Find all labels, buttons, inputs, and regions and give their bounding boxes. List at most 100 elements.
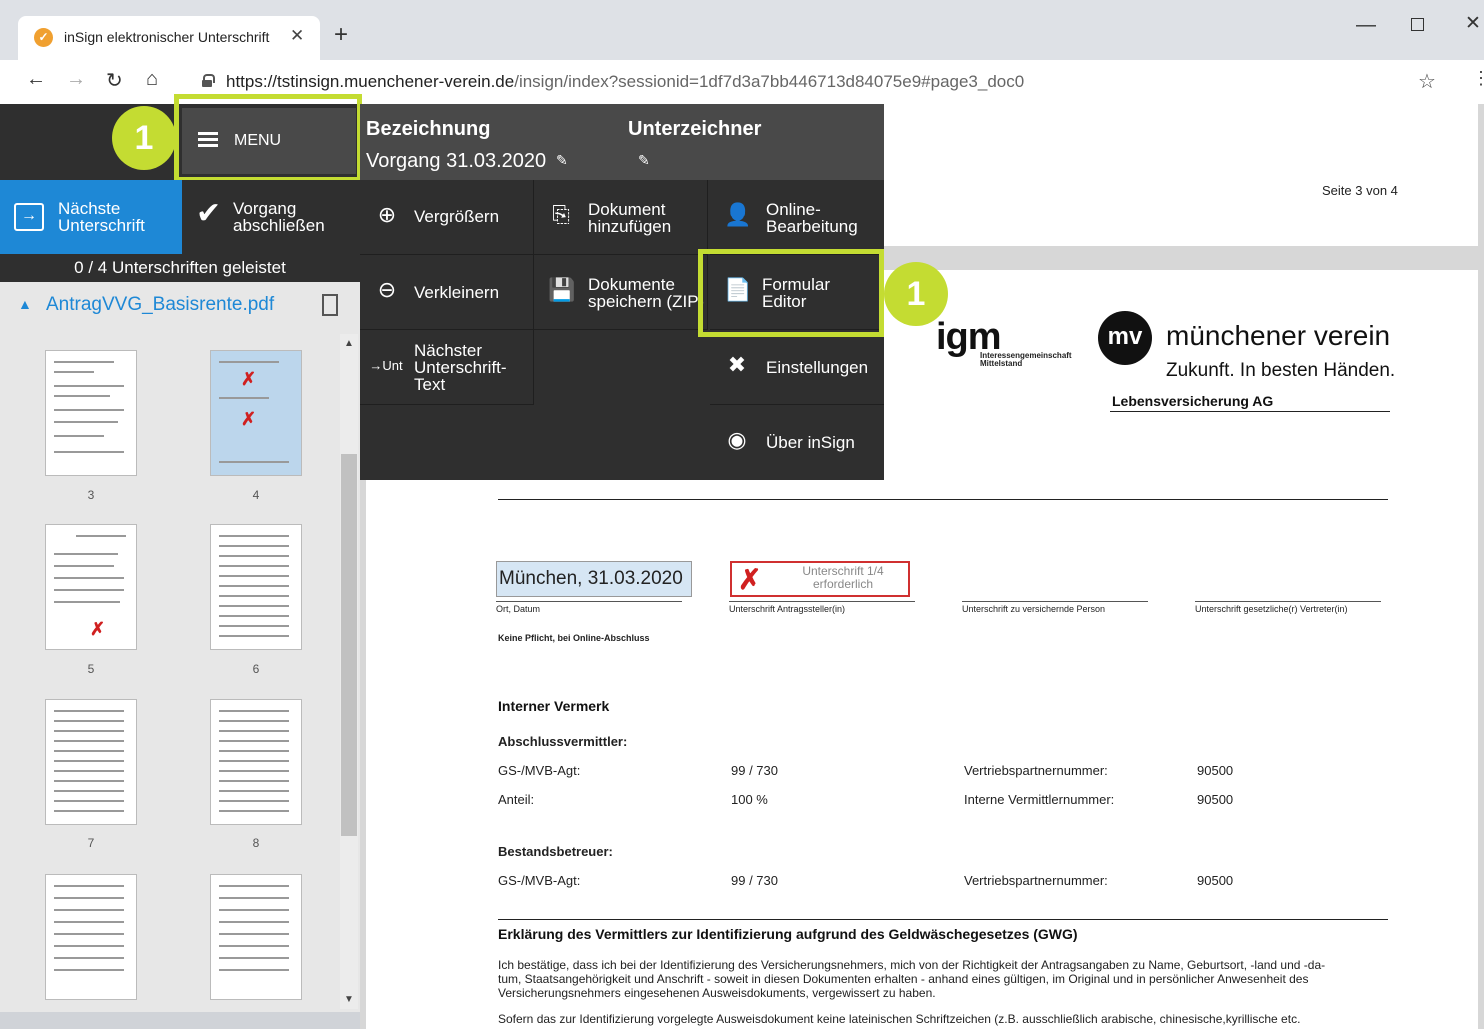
unterzeichner-title: Unterzeichner: [628, 118, 762, 140]
abschlussvermittler-heading: Abschlussvermittler:: [498, 734, 628, 749]
next-signature-button[interactable]: → Nächste Unterschrift: [0, 180, 182, 254]
collapse-arrow-icon[interactable]: ▲: [18, 296, 32, 312]
online-edit-icon: 👤: [724, 202, 752, 227]
scroll-thumb[interactable]: [341, 454, 357, 836]
form-editor-highlight: [698, 249, 884, 337]
next-signature-text-icon: →Unt: [369, 358, 403, 373]
address-bar[interactable]: https://tstinsign.muenchener-verein.de/i…: [186, 66, 1456, 98]
sidebar: 0 / 4 Unterschriften geleistet ▲ AntragV…: [0, 254, 360, 1029]
bookmark-star-icon[interactable]: ☆: [1418, 69, 1436, 94]
menu-item-save-zip[interactable]: 💾 Dokumente speichern (ZIP): [534, 255, 708, 330]
thumbnail-page-number: 7: [87, 836, 95, 850]
add-document-icon: ⎘: [552, 202, 570, 227]
signature-marker-icon: ✗: [241, 409, 257, 429]
page-thumbnail[interactable]: [45, 350, 137, 476]
gs-value: 99 / 730: [731, 763, 778, 778]
anteil-label: Anteil:: [498, 792, 535, 807]
iv-value: 90500: [1197, 792, 1234, 807]
finish-process-button[interactable]: ✔ Vorgang abschließen: [182, 180, 360, 254]
divider: [498, 919, 1388, 920]
anteil-value: 100 %: [731, 792, 768, 807]
menu-item-about[interactable]: ◉ Über inSign: [710, 405, 884, 480]
page-thumbnail[interactable]: [210, 699, 302, 825]
browser-tab[interactable]: ✓ inSign elektronischer Unterschrift ✕: [18, 16, 320, 60]
page-thumbnail[interactable]: [45, 874, 137, 1000]
menu-item-online-edit[interactable]: 👤 Online- Bearbeitung: [710, 180, 884, 255]
minimize-icon[interactable]: —: [1356, 14, 1376, 37]
page-thumbnail-selected[interactable]: ✗ ✗: [210, 350, 302, 476]
new-tab-icon[interactable]: +: [334, 22, 348, 48]
page-thumbnail[interactable]: [210, 524, 302, 650]
edit-signer-icon[interactable]: ✎: [638, 152, 650, 169]
menu-item-add-document[interactable]: ⎘ Dokument hinzufügen: [534, 180, 708, 255]
edit-name-icon[interactable]: ✎: [556, 152, 568, 169]
close-tab-icon[interactable]: ✕: [290, 26, 304, 46]
divider: [1110, 411, 1390, 412]
company-name: münchener verein: [1166, 320, 1391, 351]
label-vertreter: Unterschrift gesetzliche(r) Vertreter(in…: [1195, 604, 1348, 614]
sidebar-footer: [0, 1012, 360, 1029]
thumbnail-page-number: 4: [252, 488, 260, 502]
reload-icon[interactable]: ↻: [106, 68, 123, 93]
url-text: https://tstinsign.muenchener-verein.de/i…: [226, 72, 1025, 91]
gs-label: GS-/MVB-Agt:: [498, 763, 581, 778]
signature-line: [962, 601, 1148, 602]
file-row[interactable]: ▲ AntragVVG_Basisrente.pdf: [0, 282, 360, 334]
tab-title: inSign elektronischer Unterschrift: [64, 29, 270, 45]
menu-item-settings[interactable]: ✖ Einstellungen: [710, 330, 884, 405]
settings-icon: ✖: [727, 352, 747, 377]
vp-value-2: 90500: [1197, 873, 1234, 888]
scroll-up-icon[interactable]: ▲: [344, 338, 354, 349]
menu-item-next-signature-text[interactable]: →Unt Nächster Unterschrift- Text: [360, 330, 534, 405]
bestandsbetreuer-heading: Bestandsbetreuer:: [498, 844, 613, 859]
vp-value: 90500: [1197, 763, 1234, 778]
signature-line: [729, 601, 915, 602]
gs-label-2: GS-/MVB-Agt:: [498, 873, 581, 888]
document-icon[interactable]: [322, 294, 338, 316]
window-close-icon[interactable]: ✕: [1465, 12, 1481, 35]
scroll-down-icon[interactable]: ▼: [344, 994, 354, 1005]
home-icon[interactable]: ⌂: [146, 68, 158, 91]
signature-line: [1195, 601, 1381, 602]
thumbnail-page-number: 6: [252, 662, 260, 676]
company-subtitle: Lebensversicherung AG: [1112, 393, 1274, 409]
about-icon: ◉: [727, 427, 747, 452]
igm-logo-subtitle: Interessengemeinschaft Mittelstand: [980, 351, 1072, 368]
place-date-field[interactable]: München, 31.03.2020: [496, 561, 692, 597]
insign-favicon-icon: ✓: [34, 28, 53, 47]
process-info-header: Bezeichnung Vorgang 31.03.2020 ✎ Unterze…: [360, 104, 884, 180]
signature-field[interactable]: ✗ Unterschrift 1/4 erforderlich: [730, 561, 910, 597]
browser-chrome: ✓ inSign elektronischer Unterschrift ✕ +…: [0, 0, 1484, 104]
gwg-paragraph-2: Sofern das zur Identifizierung vorgelegt…: [498, 1012, 1301, 1026]
page-thumbnail[interactable]: ✗: [45, 524, 137, 650]
label-versicherte-person: Unterschrift zu versichernde Person: [962, 604, 1106, 614]
signature-required-icon: ✗: [738, 564, 762, 595]
step-badge: 1: [112, 106, 176, 170]
bezeichnung-title: Bezeichnung: [366, 118, 491, 140]
file-name[interactable]: AntragVVG_Basisrente.pdf: [46, 294, 274, 316]
back-icon[interactable]: ←: [26, 68, 46, 91]
signature-marker-icon: ✗: [90, 619, 106, 639]
iv-label: Interne Vermittlernummer:: [964, 792, 1115, 807]
thumbnail-page-number: 8: [252, 836, 260, 850]
divider: [498, 499, 1388, 500]
zoom-in-icon: ⊕: [377, 202, 397, 227]
thumbnail-page-number: 3: [87, 488, 95, 502]
menu-item-zoom-in[interactable]: ⊕ Vergrößern: [360, 180, 534, 255]
keine-pflicht-note: Keine Pflicht, bei Online-Abschluss: [498, 633, 650, 643]
page-thumbnail[interactable]: [45, 699, 137, 825]
forward-icon[interactable]: →: [66, 68, 86, 91]
page-thumbnail[interactable]: [210, 874, 302, 1000]
gwg-heading: Erklärung des Vermittlers zur Identifizi…: [498, 926, 1078, 942]
lock-icon: [202, 74, 215, 87]
thumbnail-page-number: 5: [87, 662, 95, 676]
vp-label-2: Vertriebspartnernummer:: [964, 873, 1108, 888]
maximize-icon[interactable]: [1411, 18, 1424, 31]
browser-menu-icon[interactable]: ⋮: [1472, 68, 1484, 89]
menu-item-zoom-out[interactable]: ⊖ Verkleinern: [360, 255, 534, 330]
next-signature-icon: →: [14, 203, 44, 231]
checkmark-icon: ✔: [196, 197, 222, 230]
company-slogan: Zukunft. In besten Händen.: [1166, 360, 1396, 381]
interner-vermerk-heading: Interner Vermerk: [498, 698, 610, 714]
sidebar-scrollbar[interactable]: ▲ ▼: [340, 334, 358, 1009]
